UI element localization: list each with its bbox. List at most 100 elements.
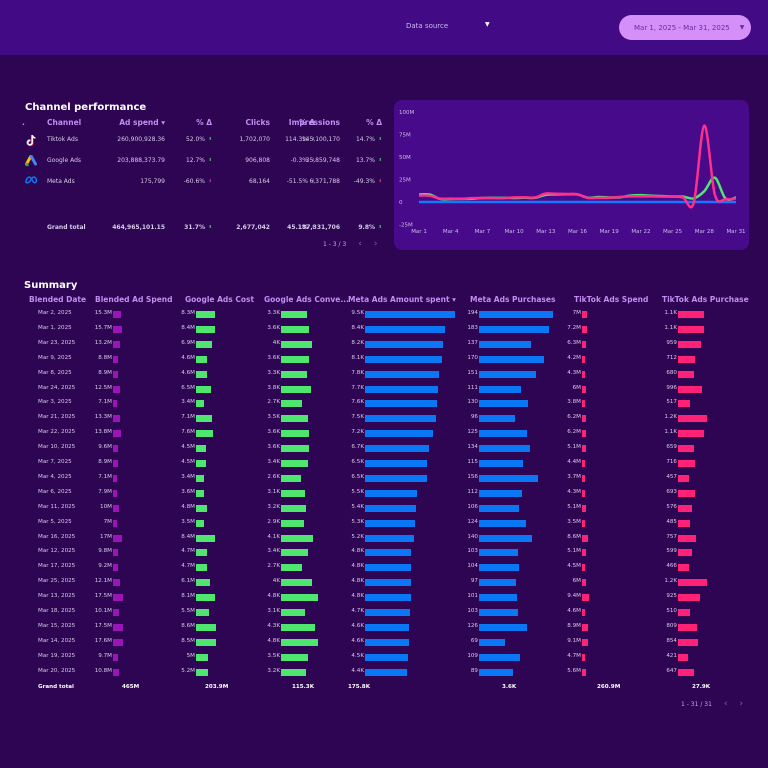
value-cell: 17.5M — [94, 593, 112, 600]
total-value: 203.9M — [205, 683, 229, 690]
summary-row: Mar 8, 2025 8.9M 4.6M 3.3K 7.8K 151 4.3M 680 — [0, 368, 768, 382]
value-cell: 104 — [467, 563, 478, 570]
y-tick-label: 75M — [399, 133, 411, 139]
value-cell: 103 — [467, 608, 478, 614]
x-tick-label: Mar 31 — [726, 229, 745, 235]
summary-column-header[interactable]: Meta Ads Purchases — [470, 295, 555, 304]
data-source-dropdown-caret-icon[interactable]: ▼ — [485, 21, 490, 28]
summary-row: Mar 12, 2025 9.8M 4.7M 3.4K 4.8K 103 5.1M 599 — [0, 546, 768, 560]
next-page-icon[interactable]: › — [374, 239, 378, 249]
grand-total-label: Grand total — [47, 224, 86, 231]
value-cell: 5.5M — [181, 608, 195, 614]
date-cell: Mar 6, 2025 — [38, 488, 72, 495]
total-value: 27.9K — [692, 683, 711, 690]
summary-column-header[interactable]: Meta Ads Amount spent ▾ — [348, 295, 456, 304]
value-cell: 8.4K — [351, 324, 364, 331]
summary-row: Mar 16, 2025 17M 8.4M 4.1K 5.2K 140 8.6M 757 — [0, 532, 768, 546]
data-bar — [582, 609, 586, 616]
next-page-icon[interactable]: › — [740, 699, 744, 709]
value-cell: 4.8K — [351, 593, 364, 600]
channel-impr: 145,100,170 — [301, 136, 340, 143]
column-header[interactable]: % Δ — [196, 118, 212, 127]
value-cell: 712 — [666, 354, 677, 361]
summary-column-header[interactable]: Blended Date — [29, 295, 86, 304]
total-clicks: 2,677,042 — [236, 224, 270, 231]
data-bar — [113, 609, 119, 616]
summary-pager-text: 1 - 31 / 31 — [681, 701, 712, 708]
y-tick-label: 0 — [399, 200, 403, 206]
value-cell: 101 — [467, 593, 478, 600]
data-bar — [479, 474, 539, 482]
summary-column-header[interactable]: Google Ads Cost — [185, 295, 254, 304]
column-header[interactable]: Impressions — [289, 118, 340, 127]
value-cell: 17M — [100, 533, 112, 540]
data-bar — [678, 623, 698, 631]
date-cell: Mar 20, 2025 — [38, 667, 76, 674]
value-cell: 8.5M — [181, 637, 195, 644]
data-bar — [281, 325, 310, 333]
value-cell: 4.6K — [351, 622, 364, 629]
channel-row: Google Ads 203,888,373.79 12.7% ⬆ 906,808 -0.… — [20, 154, 385, 173]
summary-column-header[interactable]: TikTok Ads Spend — [574, 295, 648, 304]
data-bar — [281, 594, 319, 602]
value-cell: 8.3M — [181, 310, 195, 316]
value-cell: 6.2M — [567, 414, 581, 421]
value-cell: 6.5M — [181, 384, 195, 391]
meta-logo-icon — [25, 176, 38, 186]
summary-row: Mar 15, 2025 17.5M 8.6M 4.3K 4.6K 126 8.9M 809 — [0, 621, 768, 635]
data-bar — [479, 534, 533, 542]
value-cell: 510 — [666, 608, 677, 614]
data-bar — [479, 653, 521, 661]
prev-page-icon[interactable]: ‹ — [724, 699, 728, 709]
value-cell: 4.5M — [181, 459, 195, 465]
data-bar — [582, 579, 587, 587]
data-bar — [281, 415, 309, 423]
data-bar — [678, 400, 691, 408]
data-bar — [281, 370, 307, 378]
data-bar — [113, 370, 118, 378]
summary-row: Mar 4, 2025 7.1M 3.4M 2.6K 6.5K 156 3.7M 457 — [0, 472, 768, 486]
column-header[interactable]: Clicks — [245, 118, 270, 127]
value-cell: 69 — [470, 637, 478, 644]
column-header[interactable]: % Δ — [366, 118, 382, 127]
value-cell: 7.1M — [181, 414, 195, 421]
data-bar — [365, 668, 407, 676]
data-bar — [582, 415, 587, 423]
summary-row: Mar 11, 2025 10M 4.8M 3.2K 5.4K 106 5.1M 576 — [0, 502, 768, 516]
prev-page-icon[interactable]: ‹ — [358, 239, 362, 249]
value-cell: 8.4M — [181, 324, 195, 331]
column-header[interactable]: Channel — [47, 118, 81, 127]
data-bar — [582, 400, 585, 408]
value-cell: 115 — [467, 459, 478, 465]
value-cell: 15.7M — [94, 324, 112, 331]
summary-column-header[interactable]: Blended Ad Spend — [95, 295, 173, 304]
date-cell: Mar 16, 2025 — [38, 533, 76, 540]
value-cell: 599 — [666, 548, 677, 555]
channel-name: Google Ads — [47, 157, 81, 164]
summary-row: Mar 25, 2025 12.1M 6.1M 4K 4.8K 97 6M 1.2K — [0, 576, 768, 590]
arrow-up-icon: ⬆ — [378, 157, 382, 162]
summary-column-header[interactable]: Google Ads Conve... — [264, 295, 349, 304]
summary-row: Mar 22, 2025 13.8M 7.6M 3.6K 7.2K 125 6.2M 1.1K — [0, 427, 768, 441]
column-header[interactable]: Ad spend ▾ — [119, 118, 165, 127]
data-source-label[interactable]: Data source — [406, 22, 448, 30]
data-bar — [678, 519, 690, 527]
arrow-up-icon: ⬆ — [208, 157, 212, 162]
value-cell: 3.8M — [567, 399, 581, 406]
data-bar — [196, 489, 205, 497]
value-cell: 194 — [467, 310, 478, 316]
data-bar — [678, 653, 689, 661]
date-range-picker[interactable]: Mar 1, 2025 - Mar 31, 2025 ▼ — [619, 15, 751, 40]
data-bar — [196, 534, 216, 542]
summary-column-header[interactable]: TikTok Ads Purchase — [662, 295, 749, 304]
value-cell: 659 — [666, 444, 677, 451]
data-bar — [113, 519, 117, 527]
summary-row: Mar 18, 2025 10.1M 5.5M 3.1K 4.7K 103 4.6M 510 — [0, 606, 768, 620]
y-tick-label: -25M — [399, 223, 413, 229]
summary-title: Summary — [24, 280, 78, 291]
data-bar — [113, 653, 119, 661]
data-bar — [365, 489, 418, 497]
data-bar — [281, 489, 306, 497]
value-cell: 9.2M — [98, 563, 112, 570]
arrow-up-icon: ⬆ — [378, 136, 382, 141]
